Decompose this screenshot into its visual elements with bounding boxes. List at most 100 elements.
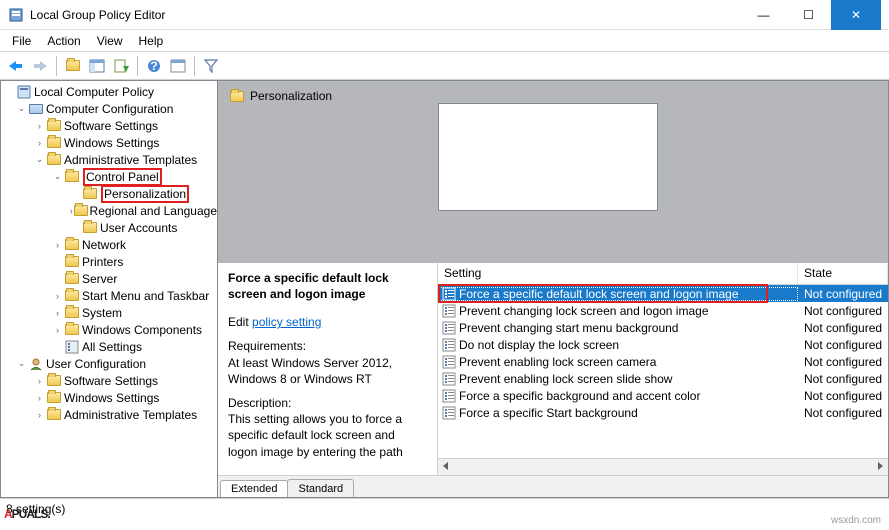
setting-row[interactable]: Prevent changing lock screen and logon i… [438, 302, 888, 319]
policy-item-icon [442, 355, 456, 369]
expand-icon[interactable]: › [33, 136, 46, 149]
tree-user-configuration[interactable]: ⌄User Configuration [1, 355, 217, 372]
tab-standard[interactable]: Standard [287, 479, 354, 497]
collapse-icon[interactable]: ⌄ [15, 102, 28, 115]
tree-printers[interactable]: Printers [1, 253, 217, 270]
minimize-button[interactable]: — [741, 0, 786, 30]
tab-extended[interactable]: Extended [220, 480, 288, 497]
policy-item-icon [442, 372, 456, 386]
show-hide-tree-button[interactable] [85, 54, 109, 78]
app-icon [8, 7, 24, 23]
tree-regional-language[interactable]: ›Regional and Language [1, 202, 217, 219]
tree-admin-templates-user[interactable]: ›Administrative Templates [1, 406, 217, 423]
back-button[interactable] [4, 54, 28, 78]
tree-admin-templates[interactable]: ⌄Administrative Templates [1, 151, 217, 168]
view-tabs: Extended Standard [218, 475, 888, 497]
setting-name: Prevent changing start menu background [459, 321, 678, 335]
tree-software-settings[interactable]: ›Software Settings [1, 117, 217, 134]
policy-item-icon [442, 321, 456, 335]
collapse-icon[interactable]: ⌄ [33, 153, 46, 166]
content-pane: Personalization Force a specific default… [218, 80, 889, 498]
policy-item-icon [442, 338, 456, 352]
menu-action[interactable]: Action [39, 32, 88, 50]
expand-icon[interactable]: › [51, 306, 64, 319]
tree-server[interactable]: Server [1, 270, 217, 287]
user-icon [28, 356, 44, 372]
maximize-button[interactable]: ☐ [786, 0, 831, 30]
watermark-url: wsxdn.com [831, 515, 881, 526]
properties-button[interactable] [166, 54, 190, 78]
setting-row[interactable]: Prevent enabling lock screen cameraNot c… [438, 353, 888, 370]
tree-personalization[interactable]: Personalization [1, 185, 217, 202]
tree-control-panel[interactable]: ⌄Control Panel [1, 168, 217, 185]
separator [194, 56, 195, 76]
tree-windows-settings-user[interactable]: ›Windows Settings [1, 389, 217, 406]
main-split: Local Computer Policy ⌄Computer Configur… [0, 80, 889, 498]
navigation-tree[interactable]: Local Computer Policy ⌄Computer Configur… [0, 80, 218, 498]
setting-name: Do not display the lock screen [459, 338, 619, 352]
setting-row[interactable]: Force a specific Start backgroundNot con… [438, 404, 888, 421]
setting-name: Prevent enabling lock screen slide show [459, 372, 672, 386]
setting-state: Not configured [798, 338, 888, 352]
menu-help[interactable]: Help [131, 32, 172, 50]
setting-row[interactable]: Force a specific default lock screen and… [438, 285, 888, 302]
filter-button[interactable] [199, 54, 223, 78]
horizontal-scrollbar[interactable] [438, 458, 888, 475]
breadcrumb: Personalization [250, 89, 332, 103]
expand-icon[interactable]: › [51, 323, 64, 336]
close-button[interactable]: ✕ [831, 0, 881, 30]
collapse-icon[interactable]: ⌄ [51, 170, 64, 183]
menu-view[interactable]: View [89, 32, 131, 50]
expand-icon[interactable]: › [33, 374, 46, 387]
setting-name: Force a specific background and accent c… [459, 389, 700, 403]
setting-row[interactable]: Prevent enabling lock screen slide showN… [438, 370, 888, 387]
setting-row[interactable]: Prevent changing start menu background No… [438, 319, 888, 336]
setting-name: Force a specific Start background [459, 406, 638, 420]
setting-row[interactable]: Do not display the lock screen Not config… [438, 336, 888, 353]
policy-item-icon [442, 406, 456, 420]
column-setting[interactable]: Setting [438, 263, 798, 284]
setting-state: Not configured [798, 321, 888, 335]
tree-network[interactable]: ›Network [1, 236, 217, 253]
watermark-logo: APUALS. [4, 498, 50, 524]
folder-icon [230, 91, 244, 102]
expand-icon[interactable]: › [51, 238, 64, 251]
toolbar: ? [0, 52, 889, 80]
folder-up-button[interactable] [61, 54, 85, 78]
titlebar: Local Group Policy Editor — ☐ ✕ [0, 0, 889, 30]
edit-policy-link[interactable]: policy setting [252, 315, 321, 329]
tree-user-accounts[interactable]: User Accounts [1, 219, 217, 236]
tree-root[interactable]: Local Computer Policy [1, 83, 217, 100]
content-header: Personalization [218, 81, 888, 263]
expand-icon[interactable]: › [33, 391, 46, 404]
export-list-button[interactable] [109, 54, 133, 78]
tree-all-settings[interactable]: All Settings [1, 338, 217, 355]
setting-row[interactable]: Force a specific background and accent c… [438, 387, 888, 404]
policy-item-icon [442, 304, 456, 318]
help-button[interactable]: ? [142, 54, 166, 78]
tree-windows-components[interactable]: ›Windows Components [1, 321, 217, 338]
forward-button[interactable] [28, 54, 52, 78]
tree-software-settings-user[interactable]: ›Software Settings [1, 372, 217, 389]
tree-system[interactable]: ›System [1, 304, 217, 321]
expand-icon[interactable]: › [33, 119, 46, 132]
expand-icon[interactable]: › [33, 408, 46, 421]
policy-item-icon [442, 287, 456, 301]
setting-name: Prevent changing lock screen and logon i… [459, 304, 709, 318]
separator [56, 56, 57, 76]
setting-name: Force a specific default lock screen and… [459, 287, 739, 301]
policy-icon [16, 84, 32, 100]
setting-state: Not configured [798, 287, 888, 301]
settings-icon [64, 339, 80, 355]
computer-icon [28, 101, 44, 117]
list-header: Setting State [438, 263, 888, 285]
tree-computer-configuration[interactable]: ⌄Computer Configuration [1, 100, 217, 117]
tree-windows-settings[interactable]: ›Windows Settings [1, 134, 217, 151]
menu-file[interactable]: File [4, 32, 39, 50]
column-state[interactable]: State [798, 263, 888, 284]
tree-start-menu-taskbar[interactable]: ›Start Menu and Taskbar [1, 287, 217, 304]
collapse-icon[interactable]: ⌄ [15, 357, 28, 370]
svg-text:?: ? [150, 59, 157, 73]
expand-icon[interactable]: › [51, 289, 64, 302]
separator [137, 56, 138, 76]
